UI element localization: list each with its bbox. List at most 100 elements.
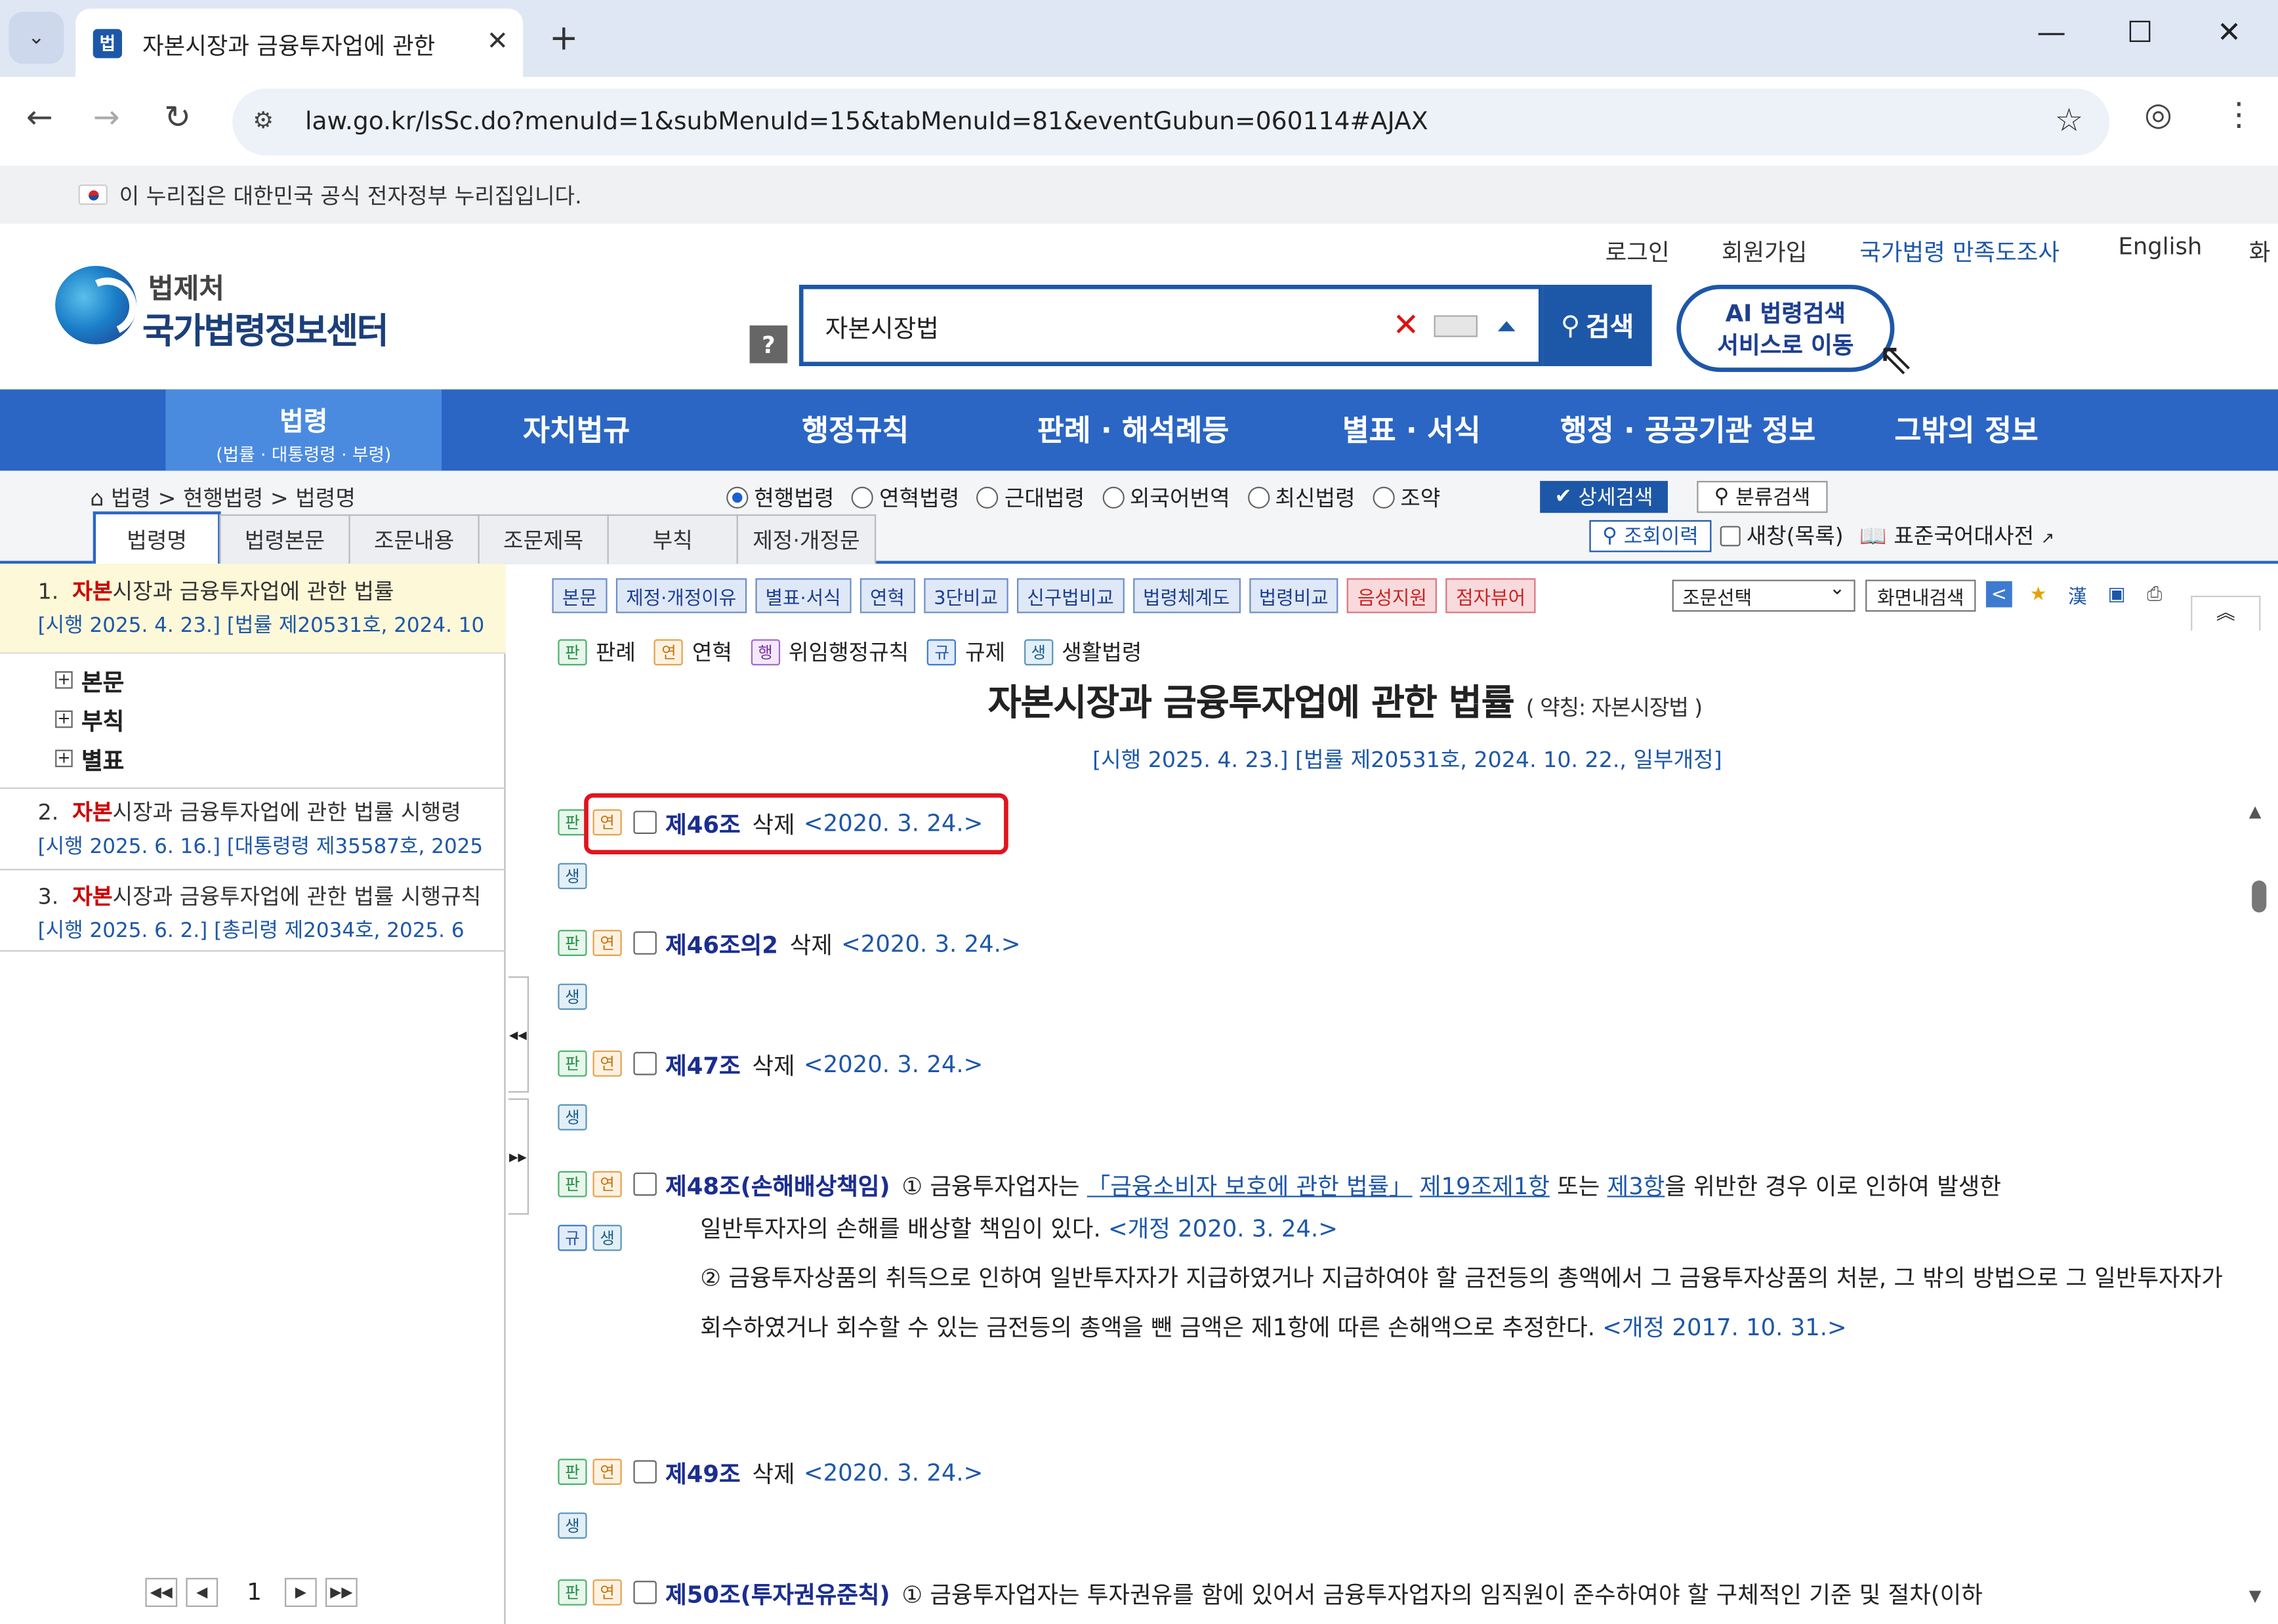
tab-enactment[interactable]: 제정·개정문 xyxy=(736,514,877,564)
living-badge-icon[interactable]: 생 xyxy=(558,1104,587,1131)
dictionary-link[interactable]: 📖 표준국어대사전 ↗ xyxy=(1859,520,2054,551)
signup-link[interactable]: 회원가입 xyxy=(1722,232,1807,267)
next-page-icon[interactable]: ▶ xyxy=(285,1577,317,1608)
reload-icon[interactable]: ↻ xyxy=(164,100,191,136)
profile-icon[interactable]: ◎ xyxy=(2144,97,2172,133)
article-checkbox[interactable] xyxy=(633,1581,657,1604)
radio-current[interactable]: 현행법령 xyxy=(726,482,834,513)
address-bar[interactable]: ⚙ law.go.kr/lsSc.do?menuId=1&subMenuId=1… xyxy=(232,89,2110,156)
checkbox[interactable] xyxy=(1720,525,1741,546)
search-button[interactable]: ⚲ 검색 xyxy=(1543,285,1652,367)
search-box[interactable]: 자본시장법 ✕ xyxy=(798,285,1543,367)
btn-history[interactable]: 연혁 xyxy=(859,578,915,614)
menu-item-forms[interactable]: 별표 · 서식 xyxy=(1342,407,1481,449)
share-icon[interactable]: < xyxy=(1985,581,2012,608)
precedent-badge-icon[interactable]: 판 xyxy=(558,1171,587,1197)
site-settings-icon[interactable]: ⚙ xyxy=(253,106,285,138)
tab-law-name[interactable]: 법령명 xyxy=(93,511,221,564)
radio-treaty[interactable]: 조약 xyxy=(1373,482,1440,513)
screen-search-button[interactable]: 화면내검색 xyxy=(1865,579,1976,612)
tab-supplementary[interactable]: 부칙 xyxy=(607,514,738,564)
more-link[interactable]: 화 xyxy=(2249,232,2271,267)
help-button[interactable]: ? xyxy=(749,325,788,364)
first-page-icon[interactable]: ◀◀ xyxy=(145,1577,178,1608)
tab-article-title[interactable]: 조문제목 xyxy=(478,514,609,564)
scroll-down-icon[interactable]: ▼ xyxy=(2249,1587,2262,1606)
menu-item-local[interactable]: 자치법규 xyxy=(523,407,630,449)
radio-history[interactable]: 연혁법령 xyxy=(852,482,959,513)
result-item-1[interactable]: 1. 자본시장과 금융투자업에 관한 법률 [시행 2025. 4. 23.] … xyxy=(0,564,506,654)
menu-item-other[interactable]: 그밖의 정보 xyxy=(1894,407,2038,449)
menu-item-admin-rules[interactable]: 행정규칙 xyxy=(802,407,909,449)
close-window-icon[interactable]: ✕ xyxy=(2217,14,2241,49)
article-select[interactable]: 조문선택 xyxy=(1672,578,1855,612)
living-badge-icon[interactable]: 생 xyxy=(558,984,587,1010)
forward-icon[interactable]: → xyxy=(93,100,120,136)
bookmark-star-icon[interactable]: ☆ xyxy=(2055,103,2084,139)
precedent-badge-icon[interactable]: 판 xyxy=(558,809,587,836)
history-badge-icon[interactable]: 연 xyxy=(592,930,622,957)
survey-link[interactable]: 국가법령 만족도조사 xyxy=(1859,232,2060,267)
logo-main-text[interactable]: 국가법령정보센터 xyxy=(142,302,389,354)
tab-article-content[interactable]: 조문내용 xyxy=(348,514,480,564)
article-19-1-link[interactable]: 제19조제1항 xyxy=(1420,1173,1550,1200)
history-badge-icon[interactable]: 연 xyxy=(592,1459,622,1486)
ai-search-button[interactable]: AI 법령검색 서비스로 이동 xyxy=(1676,285,1895,372)
radio-foreign[interactable]: 외국어번역 xyxy=(1102,482,1230,513)
expand-left-icon[interactable]: ▸▸ xyxy=(508,1098,529,1215)
btn-braille[interactable]: 점자뷰어 xyxy=(1445,578,1536,614)
history-badge-icon[interactable]: 연 xyxy=(592,1171,622,1197)
btn-compare-old-new[interactable]: 신구법비교 xyxy=(1016,578,1125,614)
collapse-left-icon[interactable]: ◂◂ xyxy=(508,976,529,1093)
btn-system-diagram[interactable]: 법령체계도 xyxy=(1132,578,1240,614)
hanja-icon[interactable]: 漢 xyxy=(2065,581,2091,608)
article-checkbox[interactable] xyxy=(633,1052,657,1075)
precedent-badge-icon[interactable]: 판 xyxy=(558,1579,587,1606)
tree-item-tables[interactable]: + 별표 xyxy=(55,741,124,776)
history-badge-icon[interactable]: 연 xyxy=(592,1579,622,1606)
print-icon[interactable]: ⎙ xyxy=(2142,581,2168,608)
expand-icon[interactable]: + xyxy=(55,671,73,689)
back-icon[interactable]: ← xyxy=(26,100,53,136)
new-tab-icon[interactable]: + xyxy=(549,18,579,58)
article-checkbox[interactable] xyxy=(633,931,657,955)
collapse-top-icon[interactable]: ︽ xyxy=(2191,595,2261,631)
autocomplete-toggle-icon[interactable] xyxy=(1497,320,1516,331)
btn-tables[interactable]: 별표·서식 xyxy=(755,578,852,614)
living-badge-icon[interactable]: 생 xyxy=(558,1512,587,1539)
login-link[interactable]: 로그인 xyxy=(1605,232,1670,267)
history-button[interactable]: ⚲ 조회이력 xyxy=(1589,520,1712,552)
keyboard-icon[interactable] xyxy=(1434,314,1478,337)
browser-tab[interactable]: 법 자본시장과 금융투자업에 관한 ✕ xyxy=(75,9,524,77)
scrollbar-thumb[interactable] xyxy=(2252,880,2267,913)
tree-item-supplementary[interactable]: + 부칙 xyxy=(55,702,124,737)
home-icon[interactable]: ⌂ xyxy=(90,486,104,512)
page-number[interactable]: 1 xyxy=(247,1578,262,1606)
new-window-checkbox[interactable]: 새창(목록) xyxy=(1720,520,1844,551)
btn-reason[interactable]: 제정·개정이유 xyxy=(615,578,747,614)
clear-icon[interactable]: ✕ xyxy=(1393,307,1420,343)
menu-item-precedents[interactable]: 판례 · 해석례등 xyxy=(1037,407,1229,449)
scroll-up-icon[interactable]: ▲ xyxy=(2249,802,2262,821)
maximize-icon[interactable]: ☐ xyxy=(2127,14,2153,49)
living-badge-icon[interactable]: 생 xyxy=(592,1224,622,1251)
detail-search-button[interactable]: ✔ 상세검색 xyxy=(1540,480,1668,513)
expand-icon[interactable]: + xyxy=(55,749,73,768)
expand-icon[interactable]: + xyxy=(55,710,73,728)
english-link[interactable]: English xyxy=(2118,232,2202,260)
save-icon[interactable]: ▣ xyxy=(2103,581,2130,608)
paragraph-3-link[interactable]: 제3항 xyxy=(1607,1173,1665,1200)
article-checkbox[interactable] xyxy=(633,1460,657,1484)
prev-page-icon[interactable]: ◀ xyxy=(186,1577,218,1608)
tab-law-body[interactable]: 법령본문 xyxy=(219,514,350,564)
tab-search-button[interactable]: ⌄ xyxy=(9,11,64,64)
radio-latest[interactable]: 최신법령 xyxy=(1247,482,1356,513)
living-badge-icon[interactable]: 생 xyxy=(558,863,587,890)
more-menu-icon[interactable]: ⋮ xyxy=(2223,97,2255,133)
tab-close-icon[interactable]: ✕ xyxy=(487,26,508,57)
menu-item-laws[interactable]: 법령 (법률 · 대통령령 · 부령) xyxy=(165,389,442,471)
moleg-logo-icon[interactable] xyxy=(55,266,137,344)
class-search-button[interactable]: ⚲ 분류검색 xyxy=(1697,480,1828,513)
btn-voice[interactable]: 음성지원 xyxy=(1347,578,1438,614)
search-input[interactable]: 자본시장법 xyxy=(825,307,1393,343)
